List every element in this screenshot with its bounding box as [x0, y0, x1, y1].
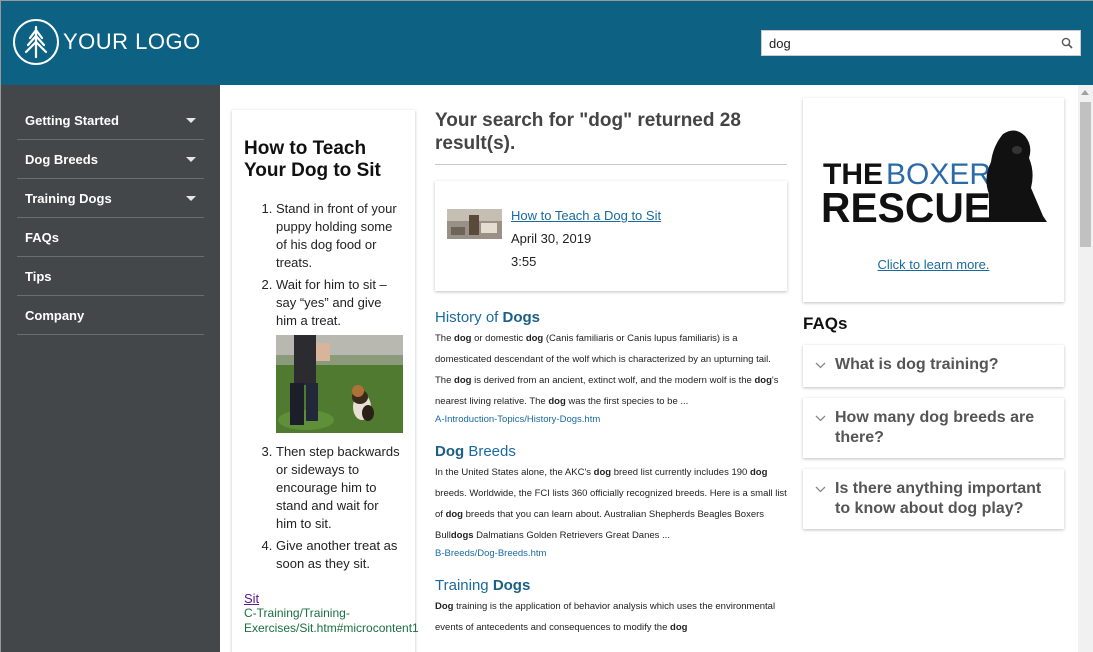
- sidebar-item-faqs[interactable]: FAQs: [17, 218, 204, 257]
- faq-item[interactable]: How many dog breeds are there?: [803, 398, 1064, 458]
- sidebar-item-label: Company: [25, 307, 85, 323]
- sit-topic-link[interactable]: Sit: [244, 591, 403, 606]
- chevron-down-icon: [815, 355, 827, 377]
- divider: [435, 164, 787, 165]
- result-title-part: History of: [435, 309, 503, 326]
- result-title-highlight: Dog: [435, 443, 465, 460]
- sidebar-item-tips[interactable]: Tips: [17, 257, 204, 296]
- tree-logo-icon: [13, 19, 59, 65]
- video-title-link[interactable]: How to Teach a Dog to Sit: [511, 204, 661, 227]
- microcontent-title: How to Teach Your Dog to Sit: [244, 138, 381, 181]
- caret-down-icon[interactable]: [186, 156, 196, 162]
- search-results: Your search for "dog" returned 28 result…: [435, 109, 787, 638]
- video-result-card[interactable]: How to Teach a Dog to Sit April 30, 2019…: [435, 181, 787, 291]
- logo-text: YOUR LOGO: [63, 29, 201, 54]
- results-heading: Your search for "dog" returned 28 result…: [435, 110, 741, 154]
- search-input[interactable]: [762, 31, 1054, 55]
- result-title-highlight: Dogs: [502, 309, 541, 326]
- topic-path: C-Training/Training-Exercises/Sit.htm#mi…: [244, 606, 419, 635]
- result-title-link[interactable]: Training Dogs: [435, 577, 787, 594]
- sidebar-item-dog-breeds[interactable]: Dog Breeds: [17, 140, 204, 179]
- step-item: Give another treat as soon as they sit.: [276, 537, 403, 573]
- caret-down-icon[interactable]: [186, 195, 196, 201]
- step-text: Wait for him to sit – say “yes” and give…: [276, 277, 387, 328]
- step-item: Then step backwards or sideways to encou…: [276, 443, 403, 533]
- chevron-down-icon: [815, 479, 827, 519]
- search-icon[interactable]: [1054, 37, 1080, 49]
- result-title-link[interactable]: Dog Breeds: [435, 443, 787, 460]
- microcontent-card: How to Teach Your Dog to Sit Stand in fr…: [232, 110, 419, 652]
- vertical-scrollbar[interactable]: [1078, 85, 1093, 652]
- learn-more-link[interactable]: Click to learn more.: [803, 257, 1064, 272]
- video-thumbnail[interactable]: [447, 209, 502, 239]
- sidebar-item-label: Training Dogs: [25, 190, 112, 206]
- caret-down-icon[interactable]: [186, 117, 196, 123]
- result-title-part: Breeds: [464, 443, 516, 460]
- faq-item[interactable]: Is there anything important to know abou…: [803, 469, 1064, 529]
- faq-question: Is there anything important to know abou…: [835, 480, 1042, 517]
- result-snippet: In the United States alone, the AKC's do…: [435, 467, 787, 541]
- scrollbar-thumb[interactable]: [1080, 102, 1091, 247]
- sidebar-item-label: Dog Breeds: [25, 151, 98, 167]
- faq-question: What is dog training?: [835, 356, 999, 373]
- chevron-down-icon: [815, 408, 827, 448]
- scroll-up-icon[interactable]: [1081, 90, 1089, 95]
- sidebar-item-training-dogs[interactable]: Training Dogs: [17, 179, 204, 218]
- search-result-item: Training Dogs Dog training is the applic…: [435, 577, 787, 638]
- result-snippet: The dog or domestic dog (Canis familiari…: [435, 333, 779, 407]
- dog-training-photo: [276, 335, 403, 433]
- video-date: April 30, 2019: [511, 231, 592, 246]
- step-item: Wait for him to sit – say “yes” and give…: [276, 276, 403, 433]
- result-title-highlight: Dogs: [492, 577, 531, 594]
- steps-list: Stand in front of your puppy holding som…: [244, 200, 403, 573]
- video-duration: 3:55: [511, 254, 537, 269]
- boxer-rescue-ad[interactable]: THE BOXER RESCUE Click to learn more.: [803, 98, 1064, 302]
- step-item: Stand in front of your puppy holding som…: [276, 200, 403, 272]
- right-column: THE BOXER RESCUE Click to learn more. FA…: [803, 98, 1064, 529]
- result-snippet: Dog training is the application of behav…: [435, 601, 776, 633]
- sidebar-item-company[interactable]: Company: [17, 296, 204, 335]
- faqs-heading: FAQs: [803, 314, 848, 333]
- faq-item[interactable]: What is dog training?: [803, 345, 1064, 387]
- result-url[interactable]: B-Breeds/Dog-Breeds.htm: [435, 548, 787, 559]
- result-title-link[interactable]: History of Dogs: [435, 309, 787, 326]
- sidebar-item-label: FAQs: [25, 229, 59, 245]
- header: YOUR LOGO: [1, 1, 1093, 85]
- search-result-item: History of Dogs The dog or domestic dog …: [435, 309, 787, 425]
- search-box: [761, 30, 1081, 56]
- svg-text:RESCUE: RESCUE: [821, 184, 991, 231]
- sidebar-item-getting-started[interactable]: Getting Started: [17, 101, 204, 140]
- faq-question: How many dog breeds are there?: [835, 409, 1035, 446]
- logo[interactable]: YOUR LOGO: [13, 19, 201, 65]
- video-info: How to Teach a Dog to Sit April 30, 2019…: [511, 204, 661, 269]
- sidebar-item-label: Getting Started: [25, 112, 119, 128]
- sidebar-nav: Getting Started Dog Breeds Training Dogs…: [1, 85, 220, 652]
- sidebar-item-label: Tips: [25, 268, 52, 284]
- result-url[interactable]: A-Introduction-Topics/History-Dogs.htm: [435, 414, 787, 425]
- result-title-part: Training: [435, 577, 493, 594]
- search-result-item: Dog Breeds In the United States alone, t…: [435, 443, 787, 559]
- main-content: How to Teach Your Dog to Sit Stand in fr…: [220, 85, 1078, 652]
- boxer-rescue-logo: THE BOXER RESCUE: [821, 130, 1047, 231]
